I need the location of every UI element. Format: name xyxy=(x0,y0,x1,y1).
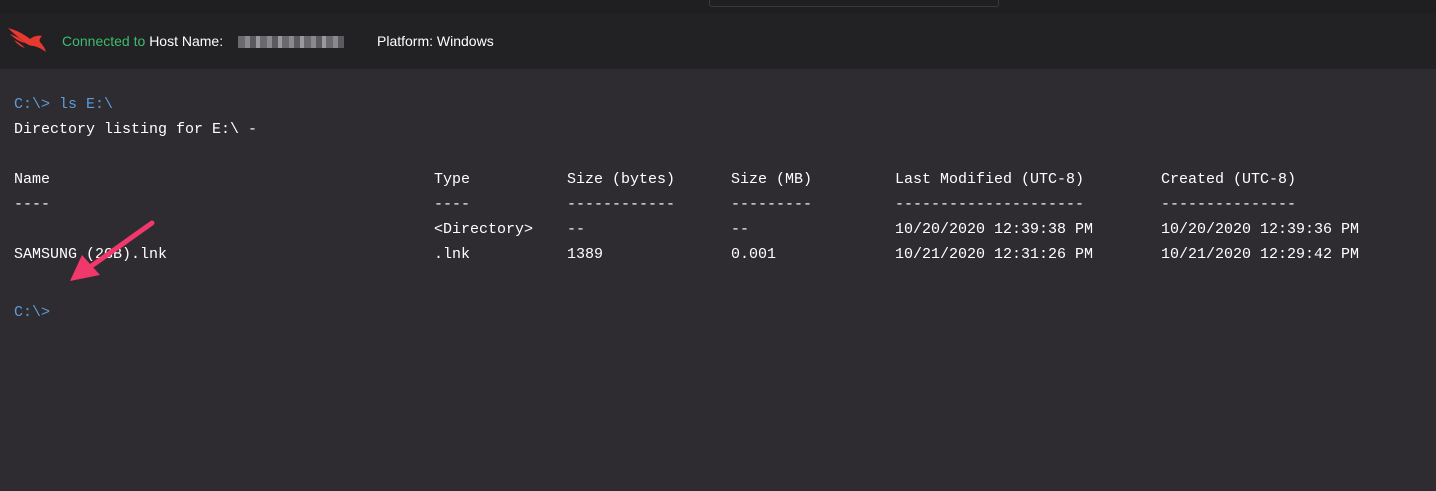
column-header-created: Created (UTC-8) xyxy=(1161,171,1297,188)
search-box-outline[interactable] xyxy=(709,0,999,7)
column-header-name: Name xyxy=(14,171,51,188)
row-1-bytes: 1389 xyxy=(567,246,604,263)
separator-type: ---- xyxy=(434,196,471,213)
separator-name: ---- xyxy=(14,196,51,213)
final-prompt: C:\> xyxy=(14,304,51,321)
row-0-created: 10/20/2020 12:39:36 PM xyxy=(1161,221,1360,238)
row-1-type: .lnk xyxy=(434,246,471,263)
connected-label: Connected to xyxy=(62,33,146,49)
separator-modified: --------------------- xyxy=(895,196,1085,213)
terminal-output[interactable]: C:\> ls E:\ Directory listing for E:\ - … xyxy=(0,69,1436,491)
row-0-mb: -- xyxy=(731,221,750,238)
column-header-mb: Size (MB) xyxy=(731,171,813,188)
host-name-label: Host Name: xyxy=(149,33,224,49)
pink-arrow-annotation xyxy=(70,220,155,281)
command-line: C:\> ls E:\ xyxy=(14,96,114,113)
falcon-logo-icon xyxy=(8,28,46,52)
redacted-host-name xyxy=(238,36,344,48)
row-1-created: 10/21/2020 12:29:42 PM xyxy=(1161,246,1360,263)
column-header-bytes: Size (bytes) xyxy=(567,171,676,188)
column-header-type: Type xyxy=(434,171,471,188)
session-header: Connected to Host Name: Platform: Window… xyxy=(0,14,1436,69)
listing-title: Directory listing for E:\ - xyxy=(14,121,258,138)
column-header-modified: Last Modified (UTC-8) xyxy=(895,171,1085,188)
window-top-strip xyxy=(0,0,1436,14)
row-0-modified: 10/20/2020 12:39:38 PM xyxy=(895,221,1094,238)
separator-bytes: ------------ xyxy=(567,196,676,213)
row-1-modified: 10/21/2020 12:31:26 PM xyxy=(895,246,1094,263)
row-1-mb: 0.001 xyxy=(731,246,777,263)
separator-mb: --------- xyxy=(731,196,813,213)
row-0-type: <Directory> xyxy=(434,221,534,238)
platform-label: Platform: Windows xyxy=(377,33,494,49)
row-0-bytes: -- xyxy=(567,221,586,238)
connection-status: Connected to Host Name: xyxy=(62,33,223,49)
separator-created: --------------- xyxy=(1161,196,1297,213)
